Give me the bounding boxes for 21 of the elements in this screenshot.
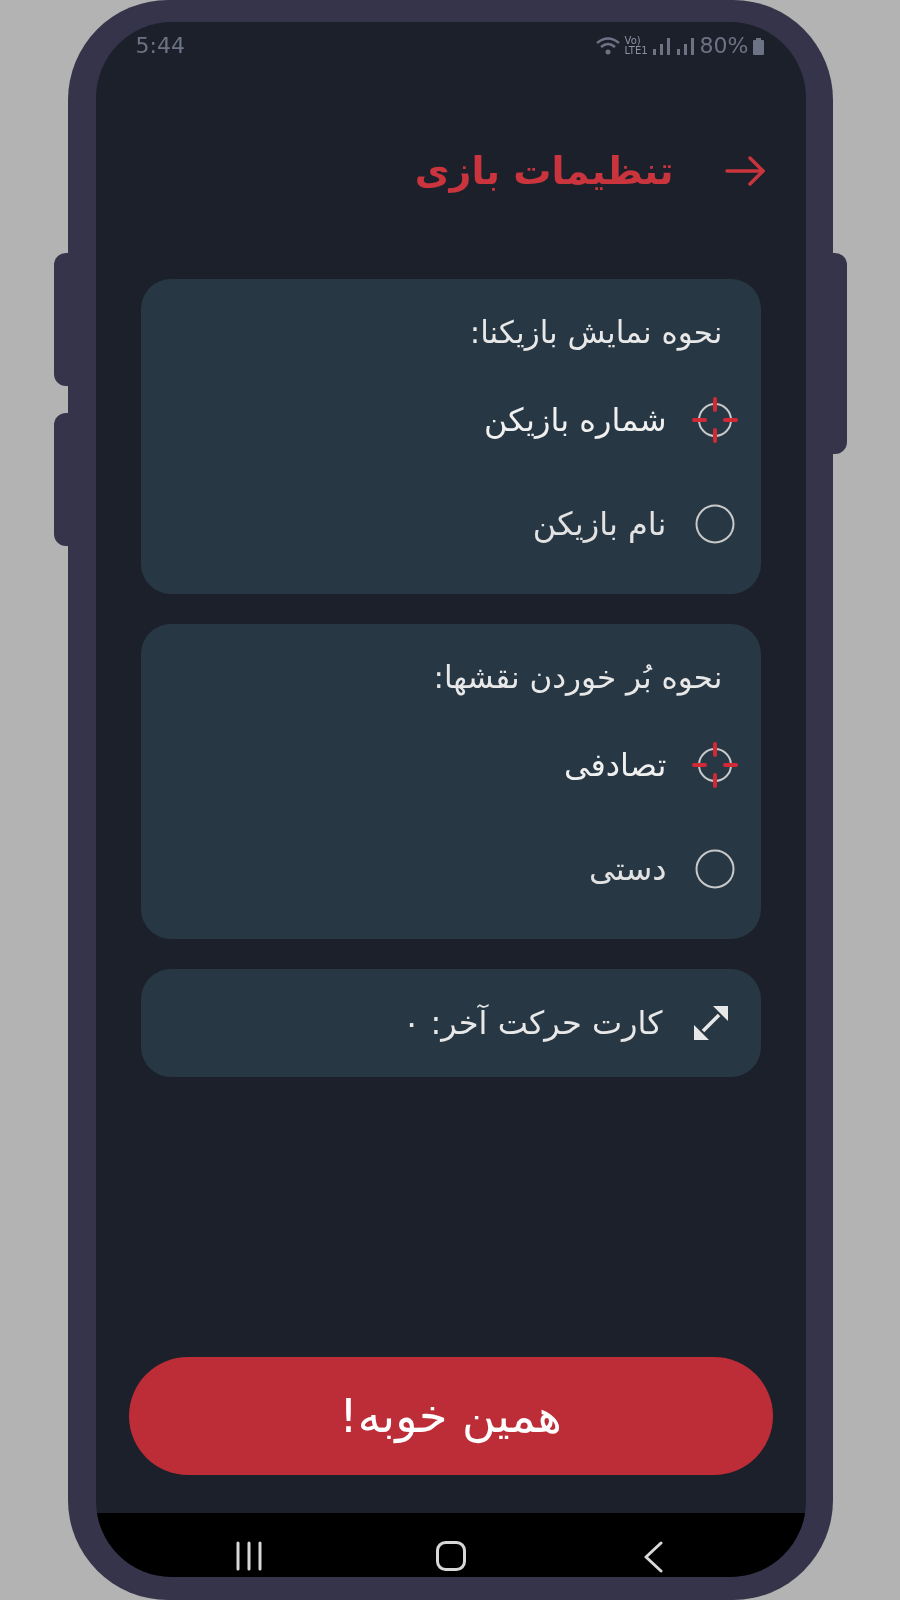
radio-option[interactable]: شماره بازیکن (484, 397, 738, 443)
diagonal-arrows-icon (693, 1006, 728, 1040)
side-button[interactable] (53, 253, 68, 386)
recent-apps-icon[interactable] (234, 1541, 263, 1571)
battery-icon (752, 37, 764, 55)
radio-option[interactable]: تصادفی (563, 742, 738, 788)
signal-icon (675, 37, 696, 55)
battery-percent: 80% (699, 35, 749, 57)
signal-icon (651, 37, 672, 55)
confirm-button[interactable]: همین خوبه! (128, 1357, 773, 1475)
back-icon[interactable] (642, 1541, 663, 1573)
status-time: 5:44 (135, 35, 185, 57)
radio-option[interactable]: نام بازیکن (532, 501, 738, 547)
side-button[interactable] (53, 413, 68, 546)
group-title: نحوه بُر خوردن نقشها: (432, 657, 723, 698)
side-button[interactable] (832, 253, 847, 454)
home-icon[interactable] (435, 1541, 466, 1571)
wifi-icon (594, 36, 621, 56)
network-label: Vo) LTE1 (624, 36, 648, 56)
group-title: نحوه نمایش بازیکنا: (468, 312, 723, 353)
radio-option[interactable]: دستی (589, 846, 738, 892)
